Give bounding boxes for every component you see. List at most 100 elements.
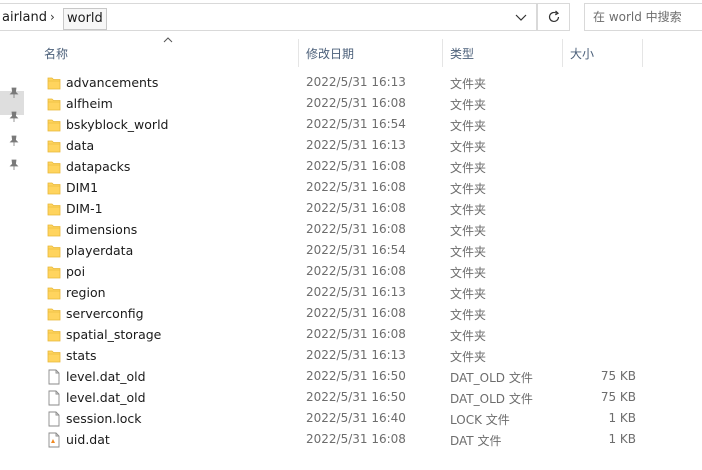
file-modified-date: 2022/5/31 16:13	[306, 285, 406, 299]
file-size: 1 KB	[608, 411, 636, 425]
folder-icon	[47, 224, 61, 237]
file-name: stats	[66, 348, 97, 363]
navigation-pane	[0, 35, 26, 470]
file-modified-date: 2022/5/31 16:08	[306, 222, 406, 236]
file-icon	[48, 432, 60, 448]
toolbar: airland › world	[0, 0, 702, 35]
folder-icon	[47, 77, 61, 90]
file-name: DIM-1	[66, 201, 103, 216]
file-name: session.lock	[66, 411, 142, 426]
file-modified-date: 2022/5/31 16:08	[306, 96, 406, 110]
file-row[interactable]: level.dat_old 2022/5/31 16:50 DAT_OLD 文件 75…	[26, 366, 702, 387]
folder-icon	[47, 245, 61, 258]
column-divider[interactable]	[442, 39, 443, 67]
file-modified-date: 2022/5/31 16:08	[306, 432, 406, 446]
file-row[interactable]: level.dat_old 2022/5/31 16:50 DAT_OLD 文件 75…	[26, 387, 702, 408]
file-modified-date: 2022/5/31 16:13	[306, 138, 406, 152]
chevron-down-icon[interactable]	[513, 11, 529, 25]
file-row[interactable]: serverconfig 2022/5/31 16:08 文件夹	[26, 303, 702, 324]
refresh-icon	[548, 10, 560, 23]
folder-icon	[47, 182, 61, 195]
file-type: DAT_OLD 文件	[450, 392, 533, 406]
search-input[interactable]	[593, 8, 698, 26]
folder-icon	[47, 350, 61, 363]
breadcrumb-current[interactable]: world	[63, 8, 107, 30]
file-type: 文件夹	[450, 98, 487, 112]
file-type: DAT_OLD 文件	[450, 371, 533, 385]
folder-icon	[47, 98, 61, 111]
address-bar[interactable]: airland › world	[0, 3, 537, 31]
pin-icon[interactable]	[9, 111, 19, 123]
file-icon	[48, 390, 60, 406]
breadcrumb-parent[interactable]: airland	[2, 10, 47, 25]
file-row[interactable]: region 2022/5/31 16:13 文件夹	[26, 282, 702, 303]
file-name: region	[66, 285, 106, 300]
file-icon	[48, 411, 60, 427]
file-row[interactable]: DIM1 2022/5/31 16:08 文件夹	[26, 177, 702, 198]
column-divider[interactable]	[298, 39, 299, 67]
refresh-button[interactable]	[537, 3, 570, 31]
file-type: DAT 文件	[450, 434, 502, 448]
column-header-type[interactable]: 类型	[450, 45, 474, 62]
file-name: bskyblock_world	[66, 117, 169, 132]
file-modified-date: 2022/5/31 16:50	[306, 369, 406, 383]
file-name: spatial_storage	[66, 327, 162, 342]
file-type: 文件夹	[450, 140, 487, 154]
file-modified-date: 2022/5/31 16:50	[306, 390, 406, 404]
file-name: uid.dat	[66, 432, 110, 447]
file-modified-date: 2022/5/31 16:08	[306, 201, 406, 215]
file-type: 文件夹	[450, 77, 487, 91]
column-divider[interactable]	[642, 39, 643, 67]
file-type: 文件夹	[450, 266, 487, 280]
column-header-size[interactable]: 大小	[570, 45, 594, 62]
pin-icon[interactable]	[9, 87, 19, 99]
folder-icon	[47, 203, 61, 216]
column-header-row: 名称 修改日期 类型 大小	[26, 35, 702, 71]
file-modified-date: 2022/5/31 16:08	[306, 306, 406, 320]
column-divider[interactable]	[562, 39, 563, 67]
file-row[interactable]: playerdata 2022/5/31 16:54 文件夹	[26, 240, 702, 261]
file-size: 75 KB	[600, 390, 636, 404]
column-header-name[interactable]: 名称	[44, 45, 68, 62]
file-modified-date: 2022/5/31 16:08	[306, 327, 406, 341]
file-name: alfheim	[66, 96, 113, 111]
column-header-date[interactable]: 修改日期	[306, 45, 354, 62]
file-modified-date: 2022/5/31 16:08	[306, 180, 406, 194]
file-modified-date: 2022/5/31 16:08	[306, 159, 406, 173]
file-row[interactable]: bskyblock_world 2022/5/31 16:54 文件夹	[26, 114, 702, 135]
file-modified-date: 2022/5/31 16:40	[306, 411, 406, 425]
file-name: dimensions	[66, 222, 138, 237]
file-row[interactable]: data 2022/5/31 16:13 文件夹	[26, 135, 702, 156]
file-type: 文件夹	[450, 350, 487, 364]
file-row[interactable]: stats 2022/5/31 16:13 文件夹	[26, 345, 702, 366]
file-type: 文件夹	[450, 308, 487, 322]
file-row[interactable]: datapacks 2022/5/31 16:08 文件夹	[26, 156, 702, 177]
folder-icon	[47, 161, 61, 174]
file-name: data	[66, 138, 95, 153]
file-modified-date: 2022/5/31 16:13	[306, 75, 406, 89]
file-name: advancements	[66, 75, 159, 90]
file-modified-date: 2022/5/31 16:54	[306, 243, 406, 257]
file-row[interactable]: advancements 2022/5/31 16:13 文件夹	[26, 72, 702, 93]
file-row[interactable]: uid.dat 2022/5/31 16:08 DAT 文件 1 KB	[26, 429, 702, 450]
file-type: 文件夹	[450, 119, 487, 133]
file-row[interactable]: poi 2022/5/31 16:08 文件夹	[26, 261, 702, 282]
search-box[interactable]	[584, 3, 702, 31]
folder-icon	[47, 287, 61, 300]
file-row[interactable]: session.lock 2022/5/31 16:40 LOCK 文件 1 KB	[26, 408, 702, 429]
file-row[interactable]: DIM-1 2022/5/31 16:08 文件夹	[26, 198, 702, 219]
file-row[interactable]: dimensions 2022/5/31 16:08 文件夹	[26, 219, 702, 240]
file-name: datapacks	[66, 159, 131, 174]
pin-icon[interactable]	[9, 159, 19, 171]
file-row[interactable]: alfheim 2022/5/31 16:08 文件夹	[26, 93, 702, 114]
file-type: LOCK 文件	[450, 413, 510, 427]
file-type: 文件夹	[450, 245, 487, 259]
folder-icon	[47, 329, 61, 342]
sort-up-icon	[163, 37, 173, 43]
breadcrumb-separator[interactable]: ›	[50, 10, 55, 24]
pin-icon[interactable]	[9, 135, 19, 147]
file-row[interactable]: spatial_storage 2022/5/31 16:08 文件夹	[26, 324, 702, 345]
file-type: 文件夹	[450, 182, 487, 196]
file-modified-date: 2022/5/31 16:54	[306, 117, 406, 131]
file-name: level.dat_old	[66, 390, 146, 405]
